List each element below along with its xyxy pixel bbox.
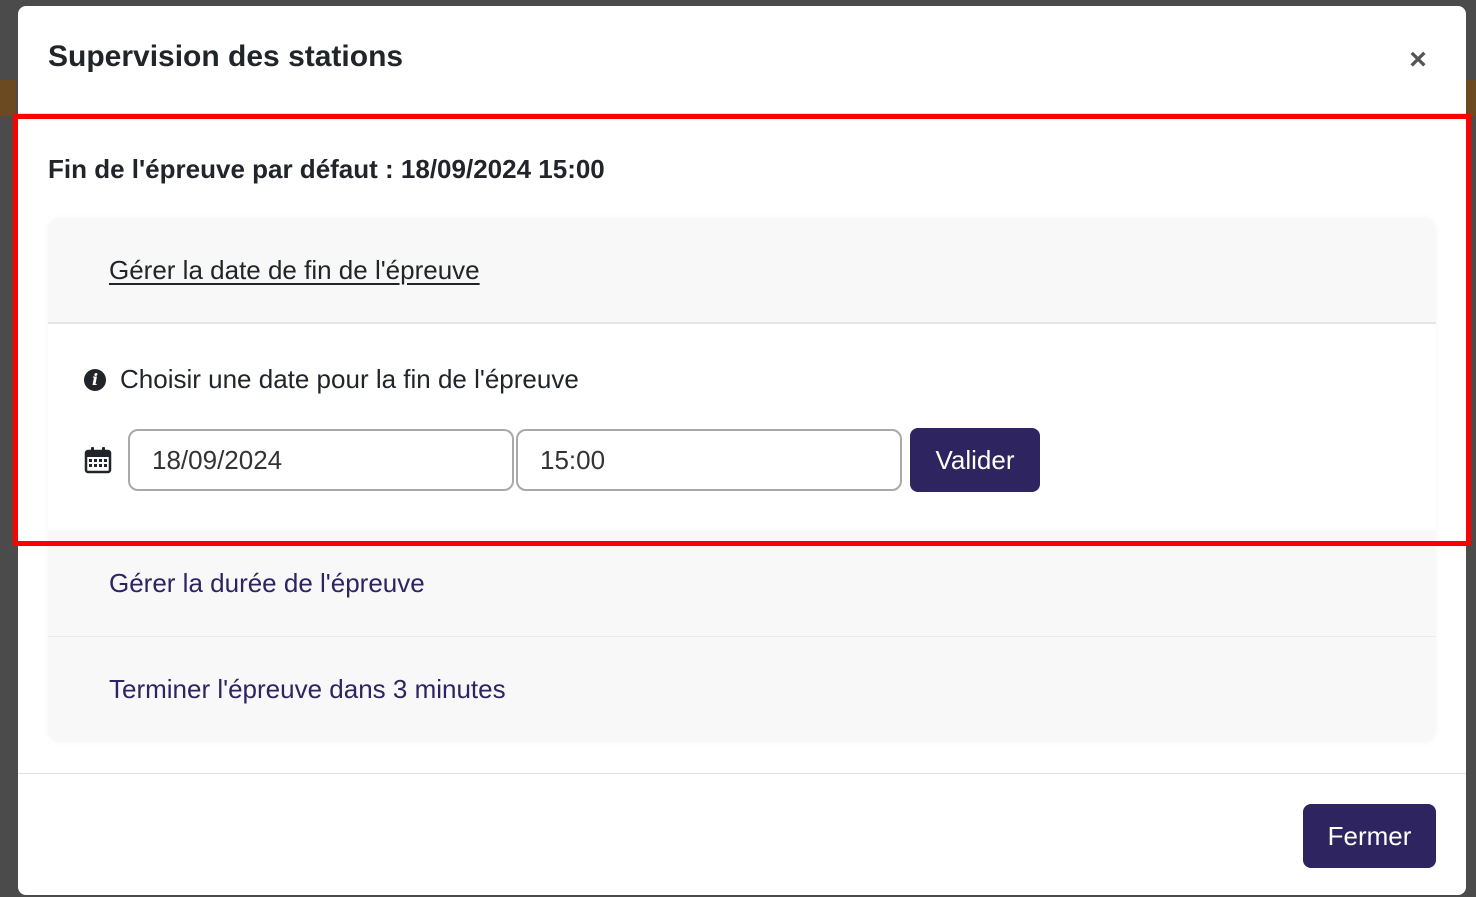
validate-button[interactable]: Valider: [910, 428, 1040, 492]
calendar-icon: [84, 447, 112, 474]
supervision-modal: Supervision des stations × Fin de l'épre…: [18, 6, 1466, 895]
modal-title: Supervision des stations: [48, 40, 404, 73]
accordion-item-end-in-3-minutes[interactable]: Terminer l'épreuve dans 3 minutes: [48, 636, 1436, 742]
close-icon[interactable]: ×: [1400, 42, 1436, 78]
info-text: Choisir une date pour la fin de l'épreuv…: [120, 364, 579, 394]
end-date-panel: i Choisir une date pour la fin de l'épre…: [48, 324, 1436, 530]
end-date-input[interactable]: [128, 429, 514, 491]
end-time-input[interactable]: [516, 429, 902, 491]
default-end-date-text: Fin de l'épreuve par défaut : 18/09/2024…: [48, 154, 605, 184]
date-time-row: Valider: [84, 428, 1040, 492]
end-options-accordion: Gérer la date de fin de l'épreuve i Choi…: [48, 218, 1436, 742]
info-line: i Choisir une date pour la fin de l'épre…: [84, 364, 579, 395]
accordion-item-manage-end-date[interactable]: Gérer la date de fin de l'épreuve: [48, 218, 1436, 324]
info-circle-icon: i: [84, 368, 106, 391]
modal-body: Fin de l'épreuve par défaut : 18/09/2024…: [18, 114, 1466, 774]
accordion-item-manage-duration[interactable]: Gérer la durée de l'épreuve: [48, 530, 1436, 636]
background-strip: [0, 80, 16, 116]
modal-header: Supervision des stations ×: [18, 6, 1466, 114]
modal-footer: Fermer: [18, 773, 1466, 895]
close-button[interactable]: Fermer: [1303, 804, 1436, 868]
